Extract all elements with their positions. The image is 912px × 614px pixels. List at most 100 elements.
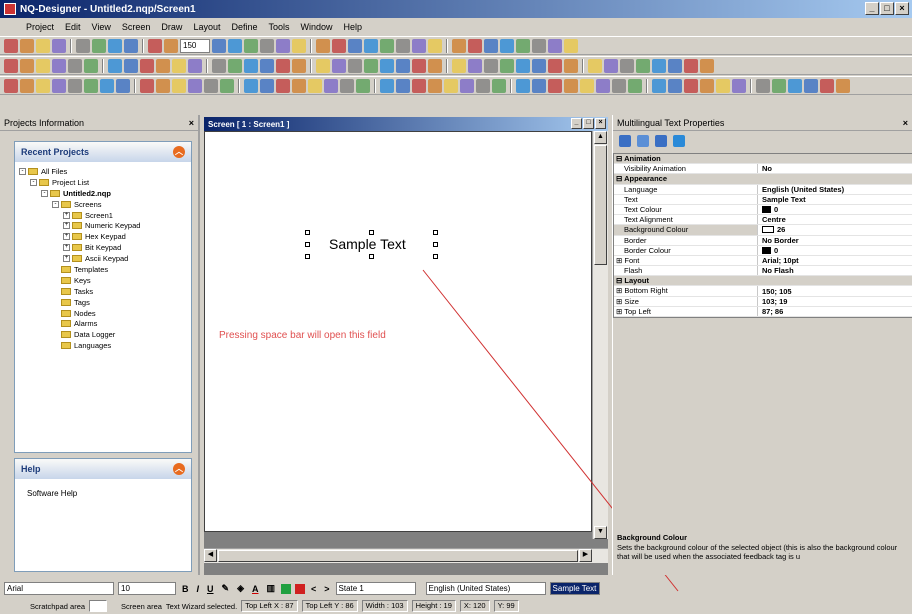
toolbar-button-icon[interactable]	[244, 58, 258, 73]
property-row[interactable]: Text Alignment Centre	[614, 215, 912, 226]
toolbar-button-icon[interactable]	[228, 38, 242, 53]
toolbar-button-icon[interactable]	[396, 38, 410, 53]
recent-projects-header[interactable]: Recent Projects ︿	[15, 142, 191, 162]
toolbar-button-icon[interactable]	[652, 78, 666, 93]
menu-screen[interactable]: Screen	[122, 22, 151, 32]
property-category[interactable]: ⊟ Animation	[614, 154, 912, 165]
screen-close-button[interactable]: ×	[595, 118, 606, 129]
toolbar-button-icon[interactable]	[788, 78, 802, 93]
property-value[interactable]: Arial; 10pt	[758, 256, 912, 265]
property-value[interactable]: 87; 86	[758, 307, 912, 316]
toolbar-button-icon[interactable]	[308, 78, 322, 93]
toolbar-button-icon[interactable]	[36, 78, 50, 93]
property-value[interactable]: Sample Text	[758, 195, 912, 204]
toolbar-button-icon[interactable]	[188, 58, 202, 73]
menu-define[interactable]: Define	[231, 22, 257, 32]
toolbar-button-icon[interactable]	[596, 78, 610, 93]
toolbar-button-icon[interactable]	[212, 58, 226, 73]
software-help-link[interactable]: Software Help	[15, 479, 191, 508]
tree-item[interactable]: Data Logger	[19, 329, 191, 340]
state-select[interactable]: State 1	[335, 582, 416, 595]
toolbar-button-icon[interactable]	[532, 78, 546, 93]
toolbar-button-icon[interactable]	[84, 58, 98, 73]
sample-text-object[interactable]: Sample Text	[329, 236, 406, 252]
tree-item[interactable]: + Ascii Keypad	[19, 253, 191, 264]
toolbar-button-icon[interactable]	[548, 38, 562, 53]
toolbar-button-icon[interactable]	[668, 78, 682, 93]
toolbar-button-icon[interactable]	[452, 58, 466, 73]
toolbar-button-icon[interactable]	[20, 38, 34, 53]
toolbar-button-icon[interactable]	[76, 38, 90, 53]
screen-maximize-button[interactable]: □	[583, 118, 594, 129]
property-value[interactable]: Centre	[758, 215, 912, 224]
toolbar-button-icon[interactable]	[380, 38, 394, 53]
toolbar-button-icon[interactable]	[148, 38, 162, 53]
resize-handle[interactable]	[305, 242, 310, 247]
toolbar-button-icon[interactable]	[164, 38, 178, 53]
tree-item[interactable]: Keys	[19, 275, 191, 286]
property-category[interactable]: ⊟ Appearance	[614, 174, 912, 185]
collapse-icon[interactable]: -	[41, 189, 48, 197]
property-row[interactable]: Visibility Animation No	[614, 164, 912, 175]
toolbar-button-icon[interactable]	[700, 78, 714, 93]
close-icon[interactable]: ×	[189, 118, 194, 128]
text-input[interactable]: Sample Text	[549, 582, 600, 595]
toolbar-button-icon[interactable]	[348, 38, 362, 53]
toolbar-button-icon[interactable]	[52, 58, 66, 73]
toolbar-button-icon[interactable]	[260, 38, 274, 53]
toolbar-button-icon[interactable]	[564, 38, 578, 53]
categorized-icon[interactable]	[619, 135, 631, 147]
toolbar-button-icon[interactable]	[500, 38, 514, 53]
toolbar-button-icon[interactable]	[756, 78, 770, 93]
scroll-up-arrow[interactable]: ▲	[594, 131, 607, 144]
bold-button[interactable]: B	[180, 584, 191, 594]
toolbar-button-icon[interactable]	[260, 78, 274, 93]
toolbar-button-icon[interactable]	[612, 78, 626, 93]
toolbar-button-icon[interactable]	[380, 58, 394, 73]
tree-item[interactable]: Alarms	[19, 318, 191, 329]
toolbar-button-icon[interactable]	[396, 78, 410, 93]
property-value[interactable]: English (United States)	[758, 185, 912, 194]
screen-canvas[interactable]: Sample Text Pressing space bar will open…	[204, 131, 592, 532]
tree-item[interactable]: Templates	[19, 264, 191, 275]
toolbar-button-icon[interactable]	[620, 58, 634, 73]
tree-item[interactable]: Tasks	[19, 286, 191, 297]
toolbar-button-icon[interactable]	[732, 78, 746, 93]
toolbar-button-icon[interactable]	[396, 58, 410, 73]
toolbar-button-icon[interactable]	[276, 78, 290, 93]
toolbar-button-icon[interactable]	[452, 38, 466, 53]
tree-item[interactable]: Languages	[19, 340, 191, 351]
text-color-icon[interactable]: A	[250, 584, 261, 594]
expand-icon[interactable]: +	[63, 255, 70, 263]
toolbar-button-icon[interactable]	[460, 78, 474, 93]
property-row[interactable]: Language English (United States)	[614, 184, 912, 195]
font-select[interactable]: Arial	[4, 582, 114, 595]
toolbar-button-icon[interactable]	[548, 78, 562, 93]
toolbar-button-icon[interactable]	[276, 38, 290, 53]
toolbar-button-icon[interactable]	[340, 78, 354, 93]
toolbar-button-icon[interactable]	[668, 58, 682, 73]
property-value[interactable]: 150; 105	[758, 286, 912, 296]
toolbar-button-icon[interactable]	[116, 78, 130, 93]
menu-draw[interactable]: Draw	[161, 22, 182, 32]
toolbar-button-icon[interactable]	[332, 38, 346, 53]
fill-color-icon[interactable]: ◈	[235, 583, 246, 594]
vertical-scroll-thumb[interactable]	[594, 145, 607, 265]
scroll-left-arrow[interactable]: ◀	[204, 549, 217, 562]
toolbar-button-icon[interactable]	[220, 78, 234, 93]
toolbar-button-icon[interactable]	[628, 78, 642, 93]
toolbar-button-icon[interactable]	[820, 78, 834, 93]
toolbar-button-icon[interactable]	[244, 78, 258, 93]
toolbar-button-icon[interactable]	[4, 58, 18, 73]
expand-icon[interactable]: +	[63, 211, 70, 219]
scroll-right-arrow[interactable]: ▶	[579, 549, 592, 562]
toolbar-button-icon[interactable]	[68, 58, 82, 73]
resize-handle[interactable]	[433, 230, 438, 235]
toolbar-button-icon[interactable]	[228, 58, 242, 73]
toolbar-button-icon[interactable]	[292, 38, 306, 53]
next-state-button[interactable]: >	[322, 584, 331, 594]
menu-help[interactable]: Help	[344, 22, 363, 32]
toolbar-button-icon[interactable]	[36, 58, 50, 73]
tree-item[interactable]: Tags	[19, 297, 191, 308]
toolbar-button-icon[interactable]	[108, 38, 122, 53]
